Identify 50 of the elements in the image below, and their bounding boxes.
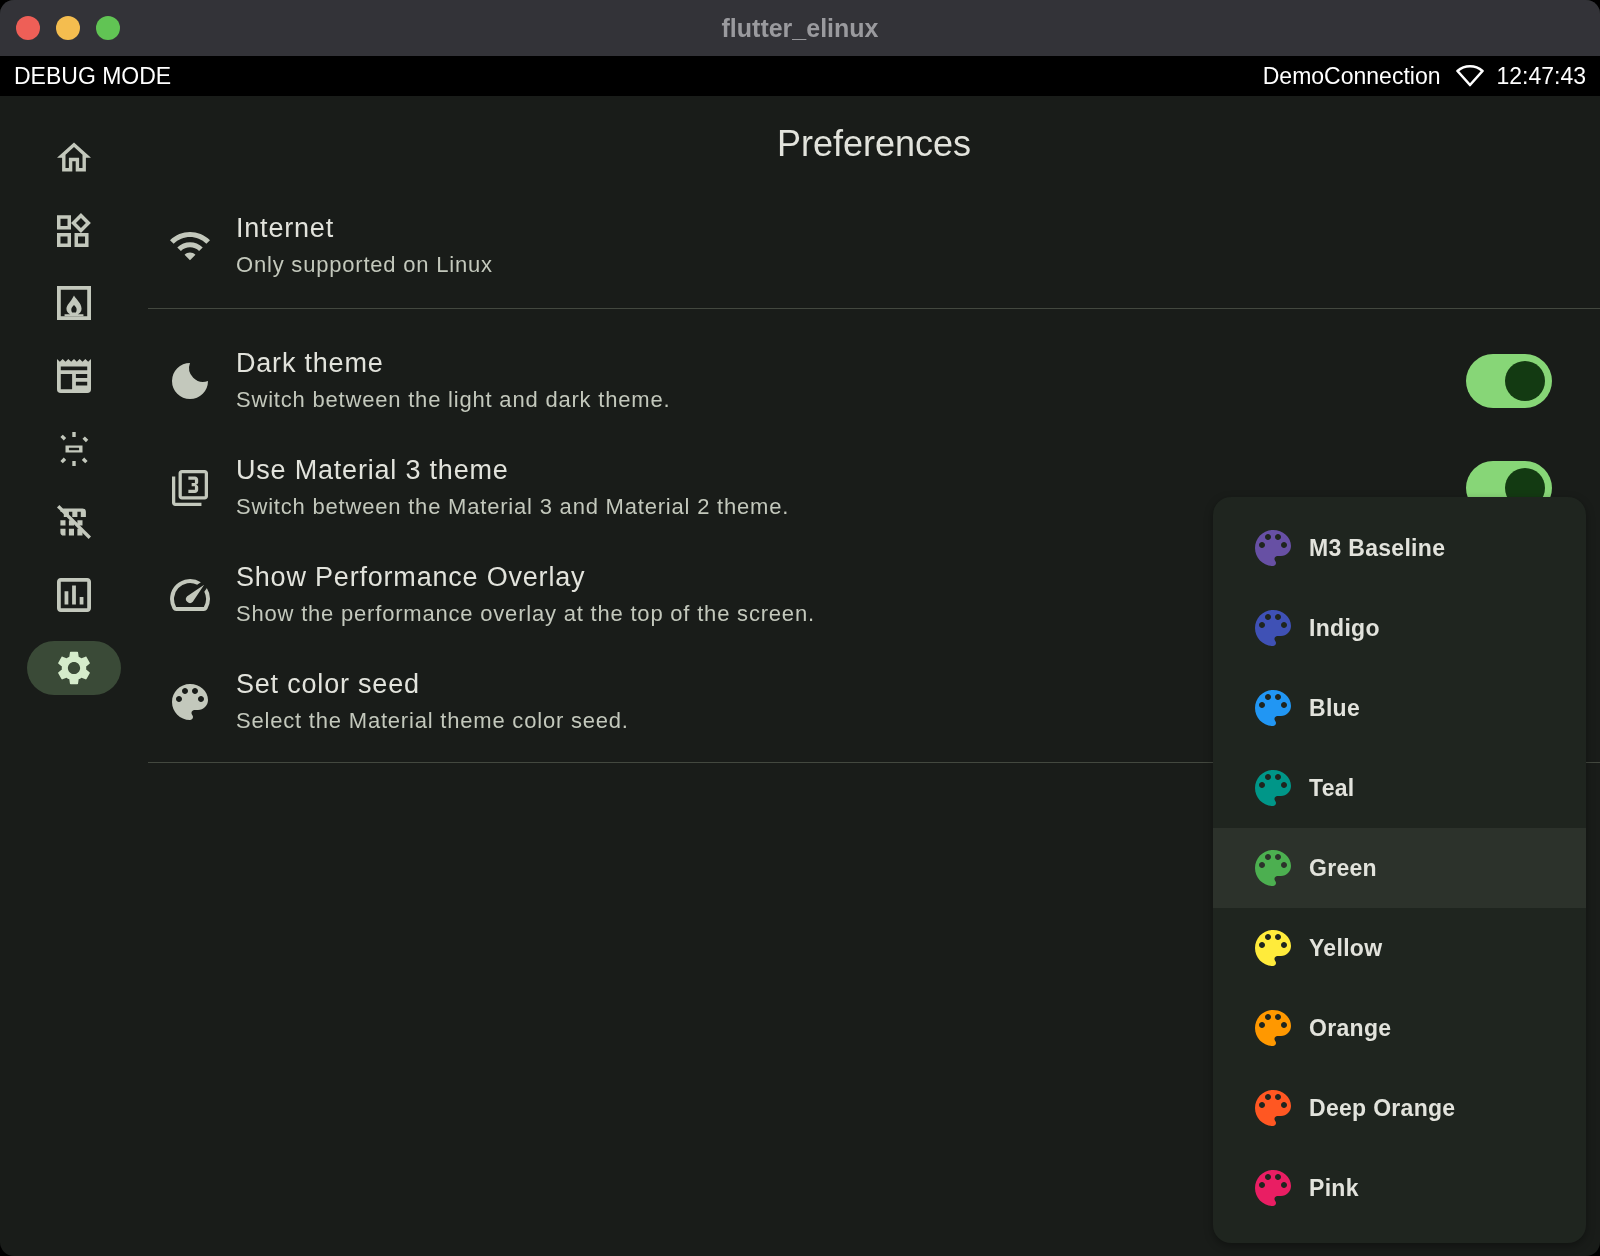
palette-icon: [1255, 770, 1291, 806]
moon-icon: [170, 362, 210, 399]
menu-item[interactable]: M3 Baseline: [1213, 508, 1586, 588]
settings-icon: [57, 651, 91, 685]
palette-icon: [1255, 530, 1291, 566]
debug-label: DEBUG MODE: [14, 62, 172, 90]
menu-item[interactable]: Yellow: [1213, 908, 1586, 988]
setting-title: Show Performance Overlay: [236, 562, 587, 593]
newspaper-icon: [57, 359, 91, 393]
minimize-button[interactable]: [56, 16, 80, 40]
fireplace-icon: [57, 286, 91, 320]
menu-item[interactable]: Orange: [1213, 988, 1586, 1068]
palette-icon: [1255, 1170, 1291, 1206]
toggle-switch[interactable]: [1466, 353, 1552, 408]
close-button[interactable]: [16, 16, 40, 40]
setting-title: Use Material 3 theme: [236, 455, 510, 486]
nav-item[interactable]: [27, 641, 121, 695]
palette-icon: [1255, 690, 1291, 726]
bar-chart-icon: [57, 578, 91, 612]
menu-item[interactable]: Indigo: [1213, 588, 1586, 668]
palette-icon: [1255, 610, 1291, 646]
page-title: Preferences: [776, 123, 972, 165]
widgets-icon: [57, 213, 91, 247]
menu-item[interactable]: Deep Orange: [1213, 1068, 1586, 1148]
window-title: flutter_elinux: [721, 13, 879, 43]
palette-icon: [1255, 850, 1291, 886]
maximize-button[interactable]: [96, 16, 120, 40]
palette-icon: [1255, 1090, 1291, 1126]
setting-subtitle: Switch between the Material 3 and Material 2 theme.: [236, 494, 791, 520]
connection-name: DemoConnection: [1262, 62, 1441, 90]
menu-item[interactable]: Blue: [1213, 668, 1586, 748]
clock: 12:47:43: [1496, 62, 1586, 90]
setting-title: Set color seed: [236, 669, 421, 700]
wifi-icon: [1456, 65, 1485, 87]
grid-off-icon: [57, 505, 91, 539]
palette-icon: [1255, 930, 1291, 966]
home-icon: [57, 140, 91, 174]
setting-subtitle: Only supported on Linux: [236, 252, 494, 278]
setting-subtitle: Select the Material theme color seed.: [236, 708, 630, 734]
setting-title: Dark theme: [236, 348, 385, 379]
setting-subtitle: Show the performance overlay at the top of the screen.: [236, 601, 816, 627]
palette-icon: [170, 683, 210, 720]
menu-item[interactable]: Green: [1213, 828, 1586, 908]
filter-3-icon: [170, 469, 210, 506]
menu-item[interactable]: Pink: [1213, 1148, 1586, 1228]
palette-icon: [1255, 1010, 1291, 1046]
speedometer-icon: [170, 576, 210, 613]
setting-title: Internet: [236, 213, 335, 244]
menu-item[interactable]: Teal: [1213, 748, 1586, 828]
setting-subtitle: Switch between the light and dark theme.: [236, 387, 672, 413]
